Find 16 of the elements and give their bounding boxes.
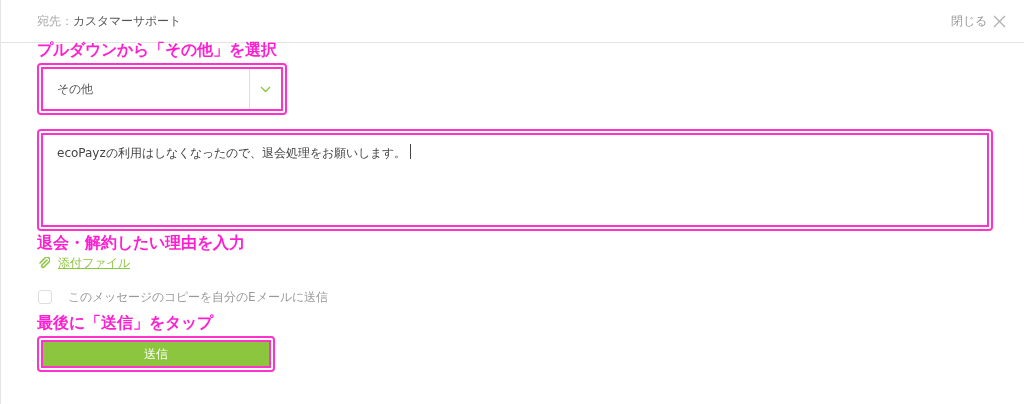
category-select[interactable]: その他 <box>41 67 283 111</box>
recipient-label: 宛先： <box>37 13 73 30</box>
close-button[interactable]: 閉じる <box>951 12 1006 30</box>
close-icon <box>993 14 1006 28</box>
text-cursor <box>409 144 411 159</box>
attachment-link[interactable]: 添付ファイル <box>58 254 130 272</box>
annotation-label: 最後に「送信」をタップ <box>37 313 215 333</box>
chevron-down-icon <box>260 85 271 93</box>
paperclip-icon <box>38 257 50 269</box>
submit-button[interactable]: 送信 <box>41 340 271 368</box>
copy-checkbox[interactable] <box>38 290 52 304</box>
copy-checkbox-label: このメッセージのコピーを自分のEメールに送信 <box>68 289 328 306</box>
annotation-label: プルダウンから「その他」を選択 <box>37 40 278 60</box>
message-textarea[interactable]: ecoPayzの利用はしなくなったので、退会処理をお願いします。 <box>41 133 989 227</box>
annotation-label: 退会・解約したい理由を入力 <box>37 233 246 253</box>
recipient-value: カスタマーサポート <box>73 13 181 30</box>
